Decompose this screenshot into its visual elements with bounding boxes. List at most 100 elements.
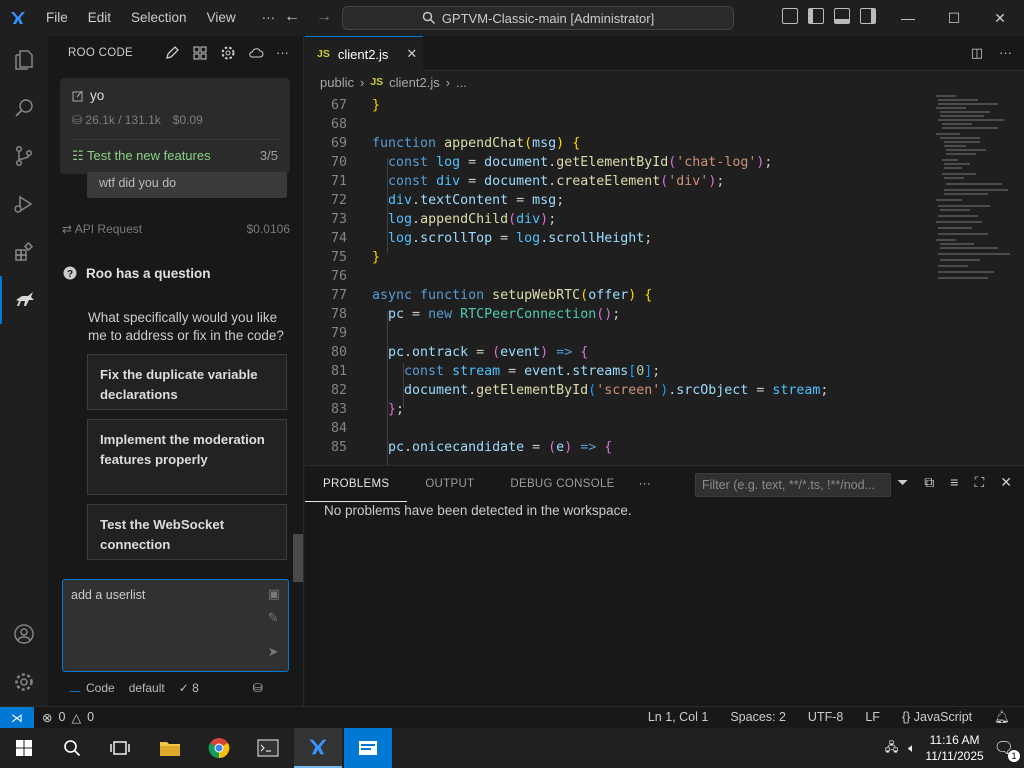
add-image-icon[interactable]: ▣	[268, 586, 280, 602]
search-icon[interactable]	[0, 84, 48, 132]
breadcrumb-file[interactable]: client2.js	[389, 75, 440, 90]
back-arrow-icon[interactable]: ←	[284, 8, 300, 26]
tab-output[interactable]: OUTPUT	[407, 466, 492, 502]
suggestion-button[interactable]: Test the WebSocket connection	[87, 504, 287, 560]
mode-select[interactable]: Code	[70, 681, 115, 695]
javascript-file-icon: JS	[317, 48, 330, 60]
enhance-prompt-icon[interactable]: ✎	[268, 610, 280, 626]
suggestion-button[interactable]: Fix the duplicate variable declarations	[87, 354, 287, 410]
view-as-list-icon[interactable]: ≡	[950, 474, 958, 491]
encoding[interactable]: UTF-8	[808, 710, 843, 725]
menu-more[interactable]: ···	[252, 0, 286, 36]
code-editor[interactable]: 67} 68 69 function appendChat(msg) { 70 c…	[305, 93, 1024, 465]
tab-problems[interactable]: PROBLEMS	[305, 466, 408, 502]
taskbar-search-icon[interactable]	[48, 728, 96, 768]
auto-approve-toggle[interactable]: ✓ 8	[179, 681, 199, 695]
filter-icon[interactable]: ⏷	[897, 474, 908, 491]
api-request-row[interactable]: ⇄ API Request $0.0106	[62, 222, 290, 236]
code-line: 72 div.textContent = msg;	[330, 193, 565, 208]
run-debug-icon[interactable]	[0, 180, 48, 228]
chrome-icon[interactable]	[195, 728, 243, 768]
menu-view[interactable]: View	[197, 0, 246, 36]
todo-progress: 3/5	[259, 148, 278, 163]
toggle-primary-sidebar-icon[interactable]	[808, 8, 824, 24]
settings-icon[interactable]	[220, 45, 236, 61]
history-icon[interactable]: ⛁	[253, 681, 263, 695]
start-button[interactable]	[0, 728, 48, 768]
explorer-icon[interactable]	[0, 36, 48, 84]
edit-task-icon[interactable]	[72, 90, 84, 102]
tab-debug-console[interactable]: DEBUG CONSOLE	[492, 466, 632, 502]
panel-more-icon[interactable]: ···	[633, 466, 657, 502]
settings-gear-icon[interactable]	[0, 658, 48, 706]
split-editor-icon[interactable]: ◫	[971, 45, 983, 61]
suggestion-button[interactable]: Implement the moderation features proper…	[87, 419, 287, 495]
problems-indicator[interactable]: ⊗ 0 △ 0	[42, 710, 94, 725]
collapse-all-icon[interactable]: ⧉	[924, 474, 934, 491]
todo-list-summary[interactable]: ☷ Test the new features 3/5	[72, 139, 278, 164]
code-line: 74 log.scrollTop = log.scrollHeight;	[330, 231, 653, 246]
breadcrumb-symbol[interactable]: ...	[456, 75, 467, 90]
marketplace-icon[interactable]	[192, 45, 208, 61]
title-bar: File Edit Selection View ··· ← → GPTVM-C…	[0, 0, 1024, 36]
minimize-button[interactable]: —	[885, 0, 931, 36]
maximize-button[interactable]: ☐	[931, 0, 977, 36]
api-profile-select[interactable]: default	[129, 681, 165, 695]
extensions-icon[interactable]	[0, 228, 48, 276]
menu-edit[interactable]: Edit	[78, 0, 121, 36]
forward-arrow-icon[interactable]: →	[316, 8, 332, 26]
problems-filter-input[interactable]: Filter (e.g. text, **/*.ts, !**/nod...	[695, 473, 891, 497]
language-mode[interactable]: {} JavaScript	[902, 710, 972, 725]
maximize-panel-icon[interactable]: ⛶	[974, 474, 984, 491]
code-line: 77 async function setupWebRTC(offer) {	[330, 288, 653, 303]
customize-layout-icon[interactable]	[782, 8, 798, 24]
tab-label: client2.js	[337, 46, 389, 62]
more-actions-icon[interactable]: ···	[276, 45, 289, 61]
indentation[interactable]: Spaces: 2	[730, 710, 786, 725]
vscode-taskbar-icon[interactable]	[294, 728, 342, 768]
remote-indicator-icon[interactable]: ⋊	[0, 707, 34, 729]
close-panel-icon[interactable]: ✕	[1000, 474, 1012, 491]
toggle-secondary-sidebar-icon[interactable]	[860, 8, 876, 24]
menu-selection[interactable]: Selection	[121, 0, 197, 36]
cursor-position[interactable]: Ln 1, Col 1	[648, 710, 708, 725]
question-icon: ?	[63, 266, 77, 280]
task-view-icon[interactable]	[96, 728, 144, 768]
code-line: 82 document.getElementById('screen').src…	[330, 383, 829, 398]
chevron-right-icon: ›	[359, 74, 365, 90]
task-header-card[interactable]: yo ⛁ 26.1k / 131.1k $0.09 ☷ Test the new…	[60, 78, 290, 174]
breadcrumb-folder[interactable]: public	[320, 75, 354, 90]
new-task-pencil-icon[interactable]	[164, 45, 180, 61]
source-control-icon[interactable]	[0, 132, 48, 180]
sidebar-scrollbar[interactable]	[293, 534, 303, 582]
network-icon[interactable]: 🖧︎	[885, 738, 898, 759]
list-icon: ☷	[72, 148, 88, 163]
terminal-icon[interactable]	[244, 728, 292, 768]
notifications-bell-icon[interactable]: 🔔︎	[994, 710, 1010, 725]
status-bar: ⋊ ⊗ 0 △ 0 Ln 1, Col 1 Spaces: 2 UTF-8 LF {…	[0, 706, 1024, 729]
toggle-panel-icon[interactable]	[834, 8, 850, 24]
account-icon[interactable]	[0, 610, 48, 658]
more-actions-icon[interactable]: ···	[999, 45, 1012, 61]
tab-client2-js[interactable]: JS client2.js ✕	[305, 36, 423, 71]
file-explorer-icon[interactable]	[146, 728, 194, 768]
command-center-search[interactable]: GPTVM-Classic-main [Administrator]	[342, 6, 734, 30]
chat-input-text[interactable]: add a userlist	[71, 588, 145, 602]
chat-input[interactable]: add a userlist ▣ ✎ ➤	[62, 579, 289, 672]
send-icon[interactable]: ➤	[268, 644, 280, 660]
database-icon: ⛁	[72, 113, 86, 127]
roo-code-icon[interactable]	[0, 276, 48, 324]
javascript-file-icon: JS	[370, 76, 384, 88]
volume-icon[interactable]: 🔈︎	[908, 741, 915, 756]
end-of-line[interactable]: LF	[865, 710, 880, 725]
minimap[interactable]	[932, 93, 1012, 283]
close-tab-icon[interactable]: ✕	[406, 46, 417, 62]
task-cost: $0.09	[172, 113, 203, 127]
close-window-button[interactable]: ✕	[977, 0, 1023, 36]
app-window-icon[interactable]	[344, 728, 392, 768]
cloud-icon[interactable]	[248, 45, 264, 61]
clock[interactable]: 11:16 AM 11/11/2025	[925, 732, 983, 764]
notification-center-icon[interactable]: 🗨︎ 1	[994, 738, 1020, 762]
menu-file[interactable]: File	[36, 0, 78, 36]
code-line: 76	[330, 269, 347, 284]
